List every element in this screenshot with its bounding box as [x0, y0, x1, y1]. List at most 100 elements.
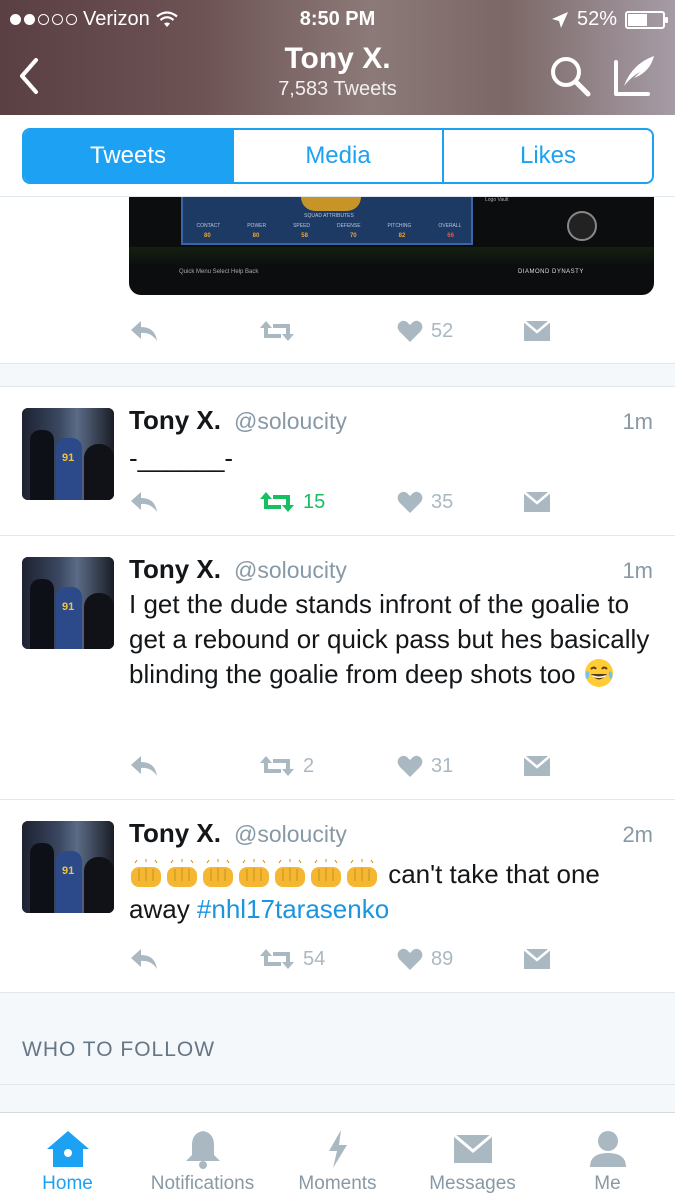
- like-button[interactable]: 89: [397, 944, 453, 974]
- retweet-button[interactable]: 54: [259, 944, 325, 974]
- home-icon: [46, 1131, 89, 1167]
- reply-icon: [131, 492, 157, 512]
- heart-icon: [397, 491, 423, 513]
- retweet-count: 2: [303, 754, 315, 777]
- profile-tabs: Tweets Media Likes: [22, 128, 654, 184]
- separator: [0, 363, 675, 364]
- squad-attributes-panel: SQUAD ATTRIBUTES CONTACT POWER SPEED DEFENS…: [181, 197, 473, 245]
- diamond-dynasty-label: DIAMOND DYNASTY: [518, 269, 584, 275]
- retweet-count: 54: [303, 947, 326, 970]
- tweet-author-handle[interactable]: @soloucity: [234, 557, 347, 584]
- tabbar-home-label: Home: [42, 1173, 93, 1194]
- bottom-tab-bar: Home Notifications Moments Messages Me: [0, 1112, 675, 1200]
- like-count: 35: [431, 490, 454, 513]
- lightning-icon: [328, 1130, 347, 1168]
- attributes-labels: CONTACT POWER SPEED DEFENSE PITCHING OVERALL: [196, 223, 462, 229]
- retweet-icon: [260, 321, 294, 341]
- like-button[interactable]: 35: [397, 487, 453, 517]
- like-count: 52: [431, 319, 454, 342]
- reply-icon: [131, 756, 157, 776]
- envelope-icon: [452, 1133, 493, 1163]
- laughing-tears-emoji-icon: [584, 659, 613, 687]
- search-button[interactable]: [548, 54, 592, 98]
- envelope-icon: [523, 948, 551, 969]
- tweet-actions: 52: [129, 316, 569, 346]
- separator: [0, 1084, 675, 1085]
- tweet-author-name[interactable]: Tony X.: [129, 554, 221, 585]
- location-arrow-icon: [551, 11, 568, 28]
- tweet-author-handle[interactable]: @soloucity: [234, 408, 347, 435]
- hashtag-link[interactable]: #nhl17tarasenko: [197, 894, 389, 924]
- heart-icon: [397, 948, 423, 970]
- tweet-timestamp: 1m: [622, 409, 653, 434]
- tweet-text: -______-: [129, 443, 234, 473]
- tweet-text-body: I get the dude stands infront of the goa…: [129, 589, 650, 689]
- like-button[interactable]: 31: [397, 751, 453, 781]
- tabbar-messages[interactable]: Messages: [405, 1113, 540, 1200]
- tweet-media-image[interactable]: SQUAD ATTRIBUTES CONTACT POWER SPEED DEFENS…: [129, 197, 654, 295]
- retweet-icon: [260, 949, 294, 969]
- direct-message-button[interactable]: [523, 316, 551, 346]
- section-gap: [0, 363, 675, 386]
- like-count: 31: [431, 754, 454, 777]
- tweet-timestamp: 2m: [622, 822, 653, 847]
- tweet-actions: 54 89: [129, 944, 569, 974]
- like-count: 89: [431, 947, 454, 970]
- bell-icon: [185, 1131, 220, 1169]
- search-icon: [551, 57, 591, 97]
- avatar[interactable]: 91: [22, 557, 114, 649]
- tweet-timestamp: 1m: [622, 558, 653, 583]
- battery-percent: 52%: [576, 8, 617, 30]
- like-button[interactable]: 52: [397, 316, 453, 346]
- tab-likes[interactable]: Likes: [444, 130, 652, 182]
- retweet-icon: [260, 756, 294, 776]
- retweet-button[interactable]: [259, 316, 295, 346]
- profile-header: Verizon 8:50 PM 52% Tony X. 7,583 Tweets: [0, 0, 675, 115]
- tabbar-moments[interactable]: Moments: [270, 1113, 405, 1200]
- avatar[interactable]: 91: [22, 408, 114, 500]
- retweet-button[interactable]: 2: [259, 751, 314, 781]
- battery-icon: [625, 10, 668, 29]
- heart-icon: [397, 755, 423, 777]
- tabbar-messages-label: Messages: [429, 1173, 516, 1194]
- direct-message-button[interactable]: [523, 751, 551, 781]
- field-background: [129, 247, 654, 267]
- attributes-title: SQUAD ATTRIBUTES: [304, 213, 354, 219]
- reply-icon: [131, 949, 157, 969]
- status-bar: Verizon 8:50 PM 52%: [0, 0, 675, 38]
- tweet-author-handle[interactable]: @soloucity: [234, 821, 347, 848]
- reply-button[interactable]: [129, 316, 159, 346]
- tweet-author-name[interactable]: Tony X.: [129, 405, 221, 436]
- retweet-icon: [260, 492, 294, 512]
- team-badge-icon: [567, 211, 597, 241]
- envelope-icon: [523, 755, 551, 776]
- tweet-actions: 2 31: [129, 751, 569, 781]
- tabbar-notifications[interactable]: Notifications: [135, 1113, 270, 1200]
- separator: [0, 799, 675, 800]
- tabbar-moments-label: Moments: [298, 1173, 377, 1194]
- game-menu-hints: Quick Menu Select Help Back: [179, 269, 259, 275]
- tweet-author-name[interactable]: Tony X.: [129, 818, 221, 849]
- retweet-count: 15: [303, 490, 326, 513]
- tab-tweets[interactable]: Tweets: [24, 130, 234, 182]
- raised-hands-emoji-icon: [131, 859, 377, 887]
- attributes-values: 80 80 58 70 82 66: [203, 233, 454, 239]
- tweet-text: can't take that one away #nhl17tarasenko: [129, 857, 659, 927]
- tabbar-me[interactable]: Me: [540, 1113, 675, 1200]
- direct-message-button[interactable]: [523, 487, 551, 517]
- reply-button[interactable]: [129, 751, 159, 781]
- envelope-icon: [523, 320, 551, 341]
- reply-button[interactable]: [129, 487, 159, 517]
- person-icon: [589, 1131, 626, 1167]
- direct-message-button[interactable]: [523, 944, 551, 974]
- tab-media[interactable]: Media: [234, 130, 444, 182]
- compose-tweet-button[interactable]: [610, 50, 660, 98]
- tabbar-home[interactable]: Home: [0, 1113, 135, 1200]
- tabbar-me-label: Me: [594, 1173, 621, 1194]
- avatar[interactable]: 91: [22, 821, 114, 913]
- reply-button[interactable]: [129, 944, 159, 974]
- who-to-follow-heading: WHO TO FOLLOW: [22, 1038, 216, 1061]
- tweet-text: I get the dude stands infront of the goa…: [129, 587, 659, 692]
- envelope-icon: [523, 491, 551, 512]
- retweet-button[interactable]: 15: [259, 487, 325, 517]
